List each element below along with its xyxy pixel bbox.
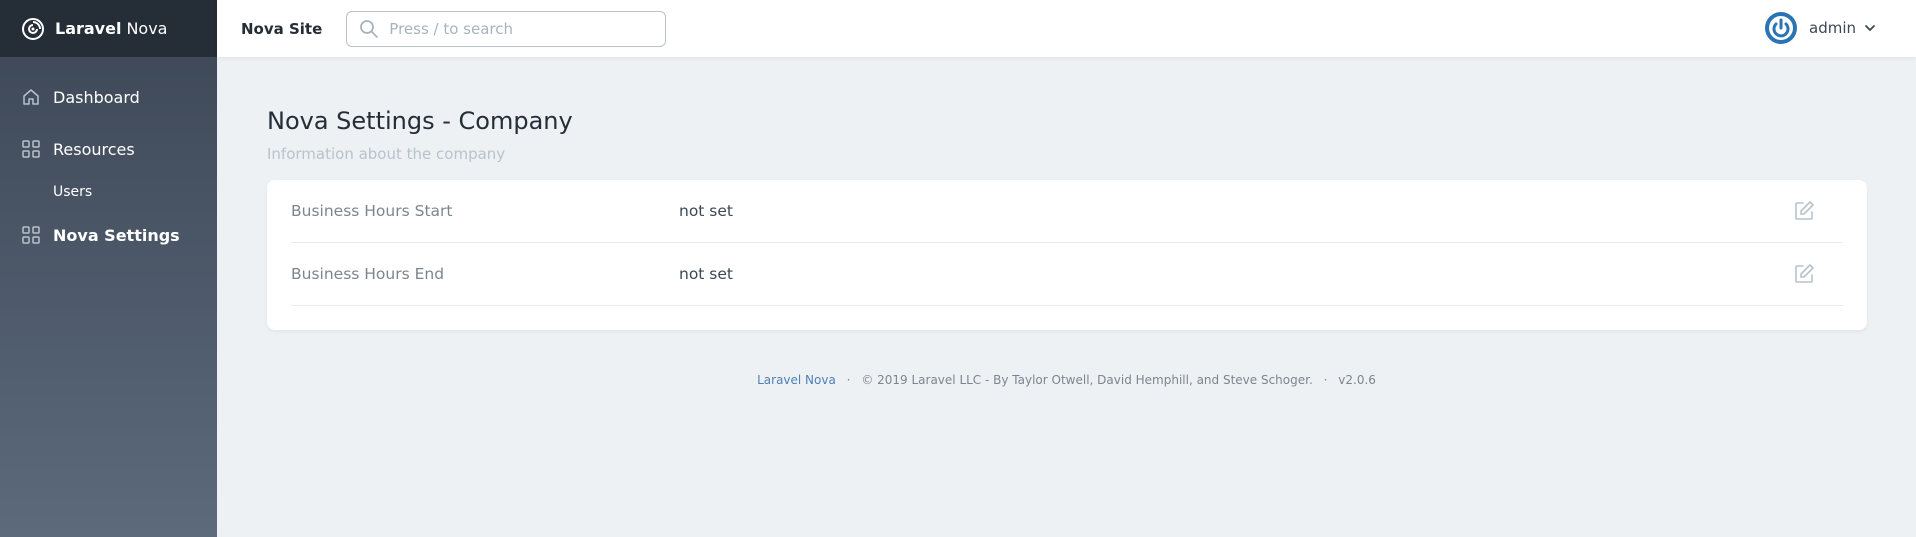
grid-icon (22, 226, 40, 244)
edit-icon[interactable] (1793, 263, 1815, 285)
user-name: admin (1809, 19, 1856, 37)
field-value: not set (679, 265, 734, 283)
sidebar-item-nova-settings[interactable]: Nova Settings (0, 209, 217, 261)
search-box[interactable] (346, 10, 667, 47)
site-name[interactable]: Nova Site (241, 20, 322, 38)
field-label: Business Hours Start (291, 202, 453, 220)
footer-copyright: © 2019 Laravel LLC - By Taylor Otwell, D… (861, 373, 1313, 387)
sidebar-item-label: Nova Settings (53, 225, 180, 245)
settings-card: Business Hours Start not set Business Ho… (267, 180, 1867, 330)
sidebar-item-label: Resources (53, 139, 135, 159)
nova-logo-icon (22, 17, 44, 40)
sidebar-item-dashboard[interactable]: Dashboard (0, 71, 217, 123)
settings-row: Business Hours Start not set (291, 180, 1843, 243)
brand[interactable]: Laravel Nova (0, 0, 217, 57)
page-description: Information about the company (267, 145, 506, 163)
main-content: Nova Settings - Company Information abou… (267, 57, 1867, 330)
sidebar-item-users[interactable]: Users (0, 175, 217, 209)
search-icon (360, 19, 379, 38)
page-title: Nova Settings - Company (267, 107, 573, 135)
top-header: Nova Site admin (217, 0, 1916, 57)
footer-version: v2.0.6 (1338, 373, 1376, 387)
footer-separator: · (1323, 373, 1328, 387)
footer-separator: · (846, 373, 851, 387)
field-label: Business Hours End (291, 265, 445, 283)
avatar (1765, 12, 1797, 44)
edit-icon[interactable] (1793, 200, 1815, 222)
grid-icon (22, 140, 40, 158)
footer: Laravel Nova · © 2019 Laravel LLC - By T… (217, 373, 1916, 387)
footer-link[interactable]: Laravel Nova (757, 373, 836, 387)
brand-product: Nova (126, 19, 168, 38)
sidebar: Laravel Nova Dashboard Resources Users N… (0, 0, 217, 537)
sidebar-item-label: Users (53, 184, 93, 200)
search-input[interactable] (389, 19, 640, 38)
chevron-down-icon (1865, 25, 1875, 31)
home-icon (23, 89, 39, 105)
user-menu[interactable]: admin (1765, 10, 1876, 46)
field-value: not set (679, 202, 734, 220)
sidebar-item-label: Dashboard (53, 87, 140, 107)
sidebar-nav: Dashboard Resources Users Nova Settings (0, 57, 217, 261)
settings-row: Business Hours End not set (291, 243, 1843, 306)
brand-name: Laravel (55, 19, 122, 38)
sidebar-item-resources[interactable]: Resources (0, 123, 217, 175)
